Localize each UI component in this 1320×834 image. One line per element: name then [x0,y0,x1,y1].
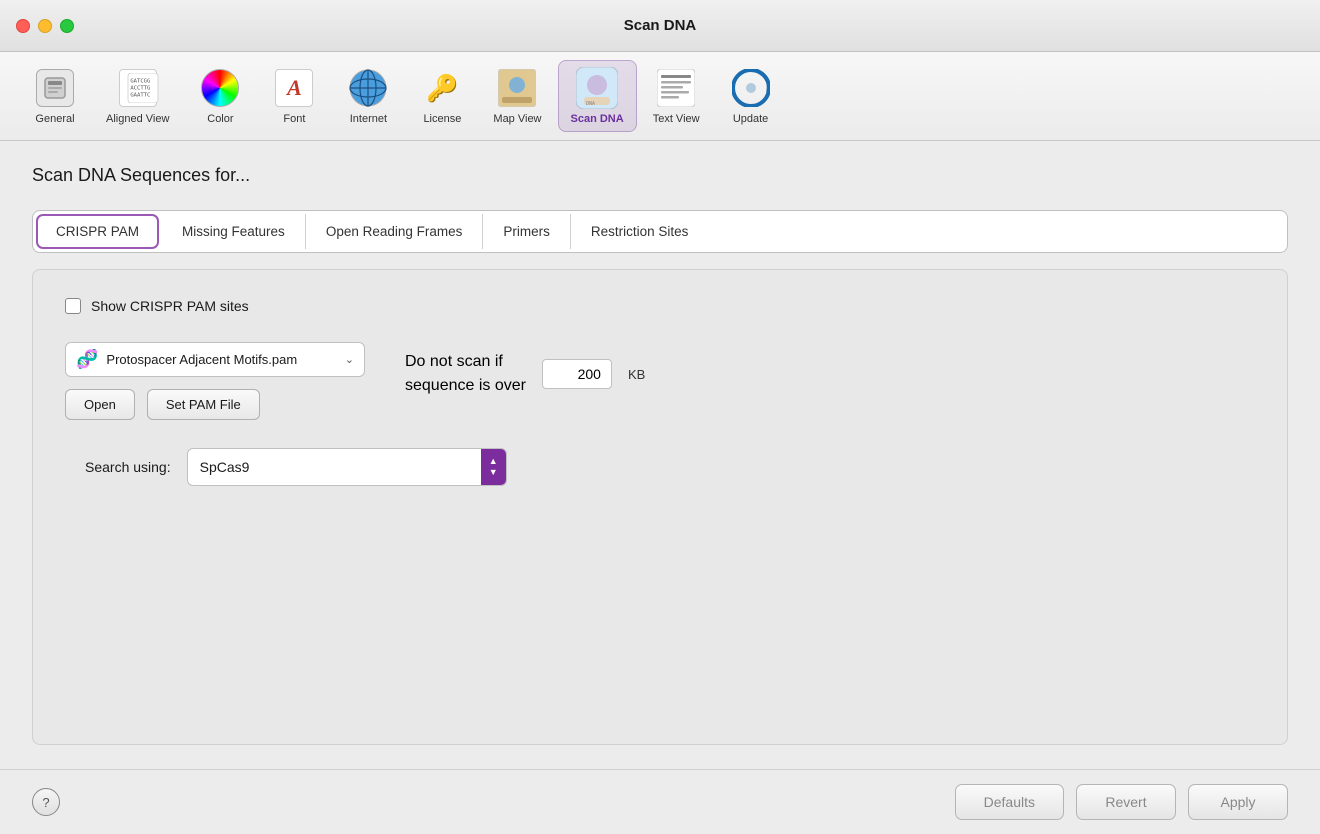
font-icon: A [273,67,315,109]
toolbar-item-map-view[interactable]: Map View [481,61,553,131]
window-title: Scan DNA [624,17,697,34]
tab-missing-features[interactable]: Missing Features [162,214,306,249]
toolbar-item-update[interactable]: Update [716,61,786,131]
maximize-button[interactable] [60,19,74,33]
map-view-icon [496,67,538,109]
toolbar-item-text-view[interactable]: Text View [641,61,712,131]
pam-file-icon: 🧬 [76,349,98,370]
aligned-view-icon: GATCGG ACCTTG GAATTC [117,67,159,109]
toolbar-color-label: Color [207,113,233,125]
search-select-stepper[interactable]: ▲ ▼ [481,449,506,485]
toolbar-item-aligned-view[interactable]: GATCGG ACCTTG GAATTC Aligned View [94,61,181,131]
search-select-value: SpCas9 [188,451,481,483]
defaults-button[interactable]: Defaults [955,784,1064,820]
toolbar-license-label: License [423,113,461,125]
scan-limit-input[interactable] [542,359,612,389]
tab-primers[interactable]: Primers [483,214,571,249]
toolbar: General GATCGG ACCTTG GAATTC Aligned Vie… [0,52,1320,141]
revert-button[interactable]: Revert [1076,784,1176,820]
text-view-icon [655,67,697,109]
kb-label: KB [628,367,645,382]
license-icon: 🔑 [421,67,463,109]
set-pam-file-button[interactable]: Set PAM File [147,389,260,420]
bottom-bar: ? Defaults Revert Apply [0,769,1320,834]
apply-button[interactable]: Apply [1188,784,1288,820]
traffic-lights [16,19,74,33]
chevron-down-icon: ▼ [489,468,498,477]
internet-icon [347,67,389,109]
close-button[interactable] [16,19,30,33]
show-crispr-label: Show CRISPR PAM sites [91,298,249,314]
search-row: Search using: SpCas9 ▲ ▼ [85,448,1255,486]
help-button[interactable]: ? [32,788,60,816]
pam-file-dropdown[interactable]: 🧬 Protospacer Adjacent Motifs.pam ⌄ [65,342,365,377]
toolbar-update-label: Update [733,113,768,125]
update-icon [730,67,772,109]
open-button[interactable]: Open [65,389,135,420]
pam-file-text: Protospacer Adjacent Motifs.pam [106,352,336,367]
toolbar-item-internet[interactable]: Internet [333,61,403,131]
section-title: Scan DNA Sequences for... [32,165,1288,186]
general-icon [34,67,76,109]
tab-open-reading-frames[interactable]: Open Reading Frames [306,214,484,249]
svg-text:GATCGG: GATCGG [130,78,150,84]
toolbar-item-general[interactable]: General [20,61,90,131]
pam-right: Do not scan if sequence is over KB [405,350,645,398]
toolbar-map-view-label: Map View [493,113,541,125]
toolbar-scan-dna-label: Scan DNA [571,113,624,125]
toolbar-font-label: Font [283,113,305,125]
minimize-button[interactable] [38,19,52,33]
toolbar-internet-label: Internet [350,113,387,125]
tab-crispr-pam[interactable]: CRISPR PAM [36,214,159,249]
toolbar-item-scan-dna[interactable]: DNA Scan DNA [558,60,637,132]
tabs-container: CRISPR PAM Missing Features Open Reading… [32,210,1288,253]
show-crispr-row: Show CRISPR PAM sites [65,298,1255,314]
color-icon [199,67,241,109]
tab-restriction-sites[interactable]: Restriction Sites [571,214,709,249]
svg-text:DNA: DNA [586,101,595,107]
scan-dna-icon: DNA [576,67,618,109]
pam-row: 🧬 Protospacer Adjacent Motifs.pam ⌄ Open… [65,342,1255,420]
toolbar-general-label: General [35,113,74,125]
main-content: Scan DNA Sequences for... CRISPR PAM Mis… [0,141,1320,769]
toolbar-item-font[interactable]: A Font [259,61,329,131]
chevron-up-icon: ▲ [489,457,498,466]
titlebar: Scan DNA [0,0,1320,52]
toolbar-text-view-label: Text View [653,113,700,125]
toolbar-item-color[interactable]: Color [185,61,255,131]
scan-limit-label: Do not scan if sequence is over [405,350,526,398]
pam-dropdown-chevron-icon: ⌄ [345,353,354,366]
content-panel: Show CRISPR PAM sites 🧬 Protospacer Adja… [32,269,1288,745]
pam-buttons: Open Set PAM File [65,389,365,420]
svg-text:ACCTTG: ACCTTG [130,86,150,92]
pam-left: 🧬 Protospacer Adjacent Motifs.pam ⌄ Open… [65,342,365,420]
toolbar-item-license[interactable]: 🔑 License [407,61,477,131]
show-crispr-checkbox[interactable] [65,298,81,314]
toolbar-aligned-view-label: Aligned View [106,113,169,125]
search-label: Search using: [85,459,171,475]
search-select[interactable]: SpCas9 ▲ ▼ [187,448,507,486]
svg-text:GAATTC: GAATTC [130,93,150,99]
